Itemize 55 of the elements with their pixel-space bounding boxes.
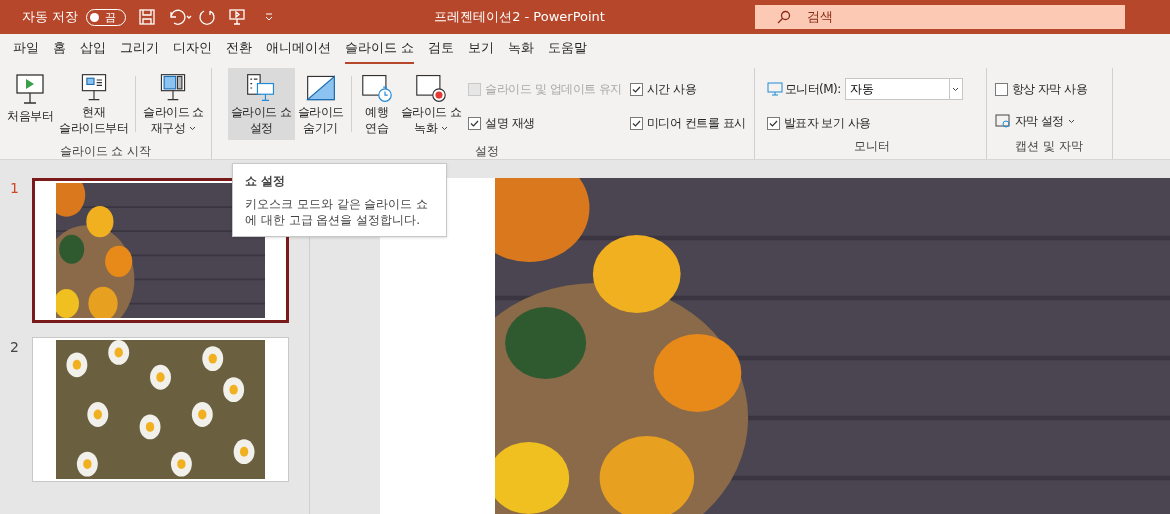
checkbox[interactable]: [629, 82, 643, 96]
ribbon-button[interactable]: 슬라이드 쇼 녹화: [397, 68, 465, 140]
ribbon-tab[interactable]: 파일: [13, 39, 39, 64]
caret-icon: [952, 86, 960, 92]
group-label: 설정: [474, 143, 499, 160]
ribbon-tab[interactable]: 그리기: [120, 39, 159, 64]
group-label: 슬라이드 쇼 시작: [59, 143, 152, 160]
checkbox-label: 설명 재생: [485, 115, 535, 132]
tooltip-title: 쇼 설정: [245, 173, 287, 190]
subtitle-gear-icon: [994, 114, 1011, 128]
slide-number: 1: [10, 179, 18, 198]
search-input[interactable]: 검색: [806, 7, 1107, 27]
checkbox[interactable]: [468, 116, 482, 130]
slide-number: 2: [10, 338, 18, 357]
checkbox-label: 발표자 보기 사용: [783, 115, 871, 132]
monitor-dropdown[interactable]: 자동: [844, 78, 963, 100]
group-label: 캡션 및 자막: [1015, 138, 1083, 155]
subtitle-settings-button[interactable]: 자막 설정: [994, 112, 1088, 130]
autosave-label: 자동 저장: [22, 8, 79, 27]
ribbon-tab[interactable]: 검토: [428, 39, 454, 64]
search-icon: [776, 10, 791, 24]
ribbon-tab[interactable]: 디자인: [173, 39, 212, 64]
ribbon-button[interactable]: 현재 슬라이드부터: [56, 68, 131, 140]
checkbox-label: 미디어 컨트롤 표시: [646, 115, 746, 132]
ribbon-tab[interactable]: 삽입: [80, 39, 106, 64]
ribbon-button[interactable]: 슬라이드 쇼 설정: [227, 68, 295, 140]
checkbox[interactable]: [766, 116, 780, 130]
caret-icon: [1067, 118, 1075, 124]
monitor-label: 모니터(M):: [784, 81, 841, 98]
redo-icon[interactable]: [198, 8, 217, 26]
caret-icon: [189, 126, 197, 131]
ribbon-button[interactable]: 처음부터: [4, 68, 56, 140]
ribbon-tab[interactable]: 전환: [226, 39, 252, 64]
checkbox[interactable]: [994, 82, 1008, 96]
checkbox[interactable]: [629, 116, 643, 130]
ribbon-button[interactable]: 예행 연습: [355, 68, 398, 140]
ribbon-tab[interactable]: 도움말: [548, 39, 587, 64]
ribbon-tab[interactable]: 녹화: [508, 39, 534, 64]
ribbon-tab[interactable]: 애니메이션: [266, 39, 331, 64]
ribbon-button[interactable]: 슬라이드 쇼 재구성: [140, 68, 207, 140]
checkbox-label: 시간 사용: [646, 81, 697, 98]
checkbox-label: 항상 자막 사용: [1011, 81, 1088, 98]
checkbox-label: 슬라이드 및 업데이트 유지: [485, 81, 622, 98]
search-field[interactable]: 검색: [754, 5, 1125, 29]
monitor-icon: [766, 82, 783, 96]
ribbon-button[interactable]: 슬라이드 숨기기: [294, 68, 347, 140]
presentation-icon[interactable]: [228, 8, 247, 26]
save-icon[interactable]: [138, 8, 157, 26]
caret-icon[interactable]: [264, 12, 275, 22]
ribbon-tab[interactable]: 홈: [53, 39, 66, 64]
window-title: 프레젠테이션2 - PowerPoint: [434, 8, 605, 27]
ribbon-tab[interactable]: 보기: [468, 39, 494, 64]
group-label: 모니터: [854, 138, 891, 155]
tooltip-text: 키오스크 모드와 같은 슬라이드 쇼에 대한 고급 옵션을 설정합니다.: [245, 196, 430, 228]
caret-icon: [441, 126, 449, 131]
